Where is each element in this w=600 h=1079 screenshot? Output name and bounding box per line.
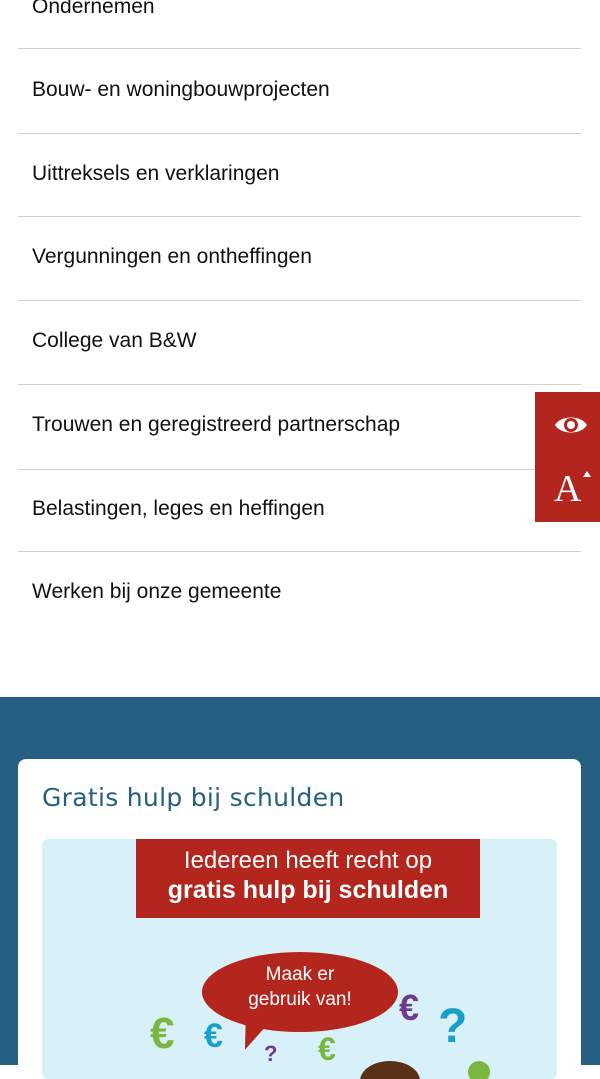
- speech-bubble: Maak er gebruik van!: [202, 952, 398, 1032]
- banner-line-1: Iedereen heeft recht op: [183, 847, 433, 874]
- menu-divider: [18, 300, 581, 301]
- menu-item-trouwen-partnerschap[interactable]: Trouwen en geregistreerd partnerschap: [32, 412, 400, 438]
- bubble-line-1: Maak er: [265, 964, 335, 985]
- euro-icon: €: [204, 1017, 223, 1055]
- question-mark-icon: ?: [438, 1000, 468, 1053]
- promo-card[interactable]: Gratis hulp bij schulden Iedereen heeft …: [18, 759, 581, 1079]
- promo-illustration[interactable]: Iedereen heeft recht op gratis hulp bij …: [42, 839, 557, 1079]
- menu-divider: [18, 133, 581, 134]
- green-circle-decoration: [468, 1061, 490, 1079]
- bubble-line-2: gebruik van!: [248, 989, 352, 1010]
- read-aloud-button[interactable]: [535, 392, 600, 457]
- menu-divider: [18, 551, 581, 552]
- eye-icon: [555, 417, 587, 433]
- menu-item-vergunningen-ontheffingen[interactable]: Vergunningen en ontheffingen: [32, 244, 312, 270]
- text-size-icon: A: [554, 468, 582, 510]
- promo-banner: Iedereen heeft recht op gratis hulp bij …: [136, 839, 480, 918]
- menu-divider: [18, 48, 581, 49]
- euro-icon: €: [318, 1031, 336, 1067]
- caret-up-icon: [583, 471, 591, 477]
- menu-item-ondernemen[interactable]: Ondernemen: [32, 0, 155, 20]
- accessibility-toolbar: A: [535, 392, 600, 522]
- euro-icon: €: [150, 1009, 175, 1058]
- promo-card-title[interactable]: Gratis hulp bij schulden: [42, 783, 345, 812]
- menu-item-bouw-woningbouwprojecten[interactable]: Bouw- en woningbouwprojecten: [32, 77, 330, 103]
- menu-divider: [18, 216, 581, 217]
- person-hair-illustration: [360, 1061, 420, 1079]
- main-menu: Ondernemen Bouw- en woningbouwprojecten …: [0, 0, 600, 697]
- menu-item-uittreksels-verklaringen[interactable]: Uittreksels en verklaringen: [32, 161, 279, 187]
- menu-item-belastingen-leges-heffingen[interactable]: Belastingen, leges en heffingen: [32, 496, 325, 522]
- menu-divider: [18, 384, 581, 385]
- banner-line-2: gratis hulp bij schulden: [167, 876, 449, 904]
- promo-section: Gratis hulp bij schulden Iedereen heeft …: [0, 697, 600, 1079]
- question-mark-icon: ?: [264, 1041, 278, 1066]
- text-size-button[interactable]: A: [535, 457, 600, 522]
- menu-item-college-bw[interactable]: College van B&W: [32, 328, 197, 354]
- menu-item-werken-bij-gemeente[interactable]: Werken bij onze gemeente: [32, 579, 281, 605]
- euro-icon: €: [399, 987, 420, 1028]
- menu-divider: [18, 469, 581, 470]
